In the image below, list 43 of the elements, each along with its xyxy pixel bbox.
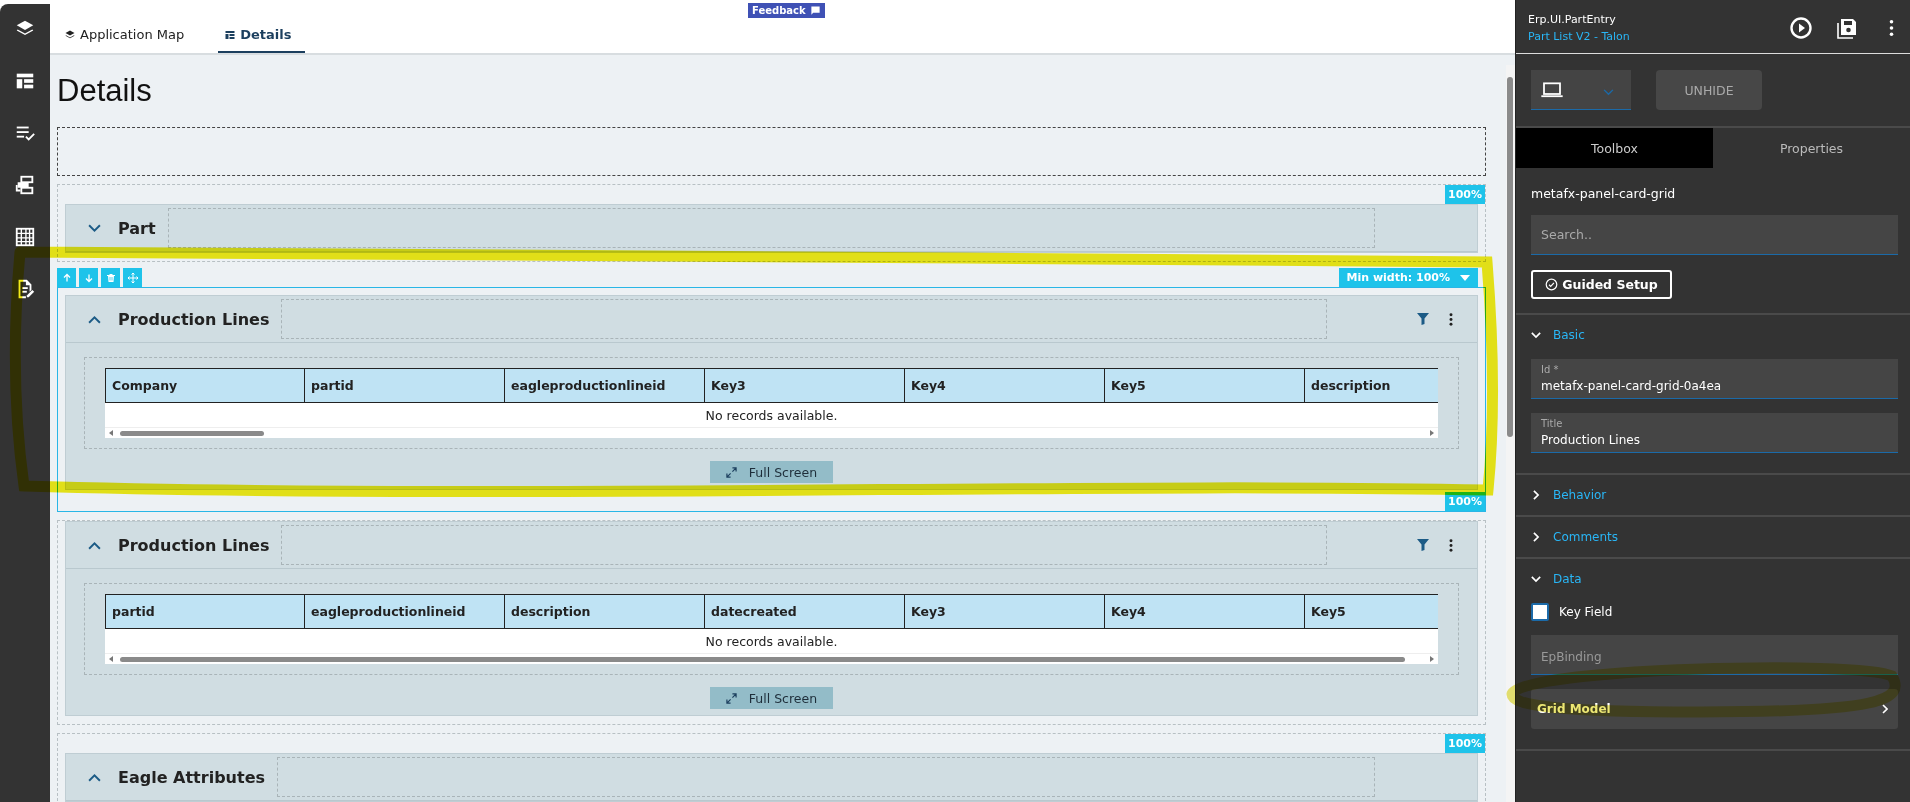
grid-model-button[interactable]: Grid Model (1531, 689, 1898, 729)
section-header[interactable]: Comments (1516, 517, 1910, 557)
column-header[interactable]: Key4 (1105, 594, 1305, 629)
column-header[interactable]: partid (305, 368, 505, 403)
full-screen-button[interactable]: Full Screen (709, 687, 834, 709)
full-screen-button[interactable]: Full Screen (709, 461, 834, 483)
feedback-button[interactable]: Feedback (748, 3, 825, 18)
field-label: Id * (1541, 364, 1559, 375)
column-header[interactable]: Key3 (905, 594, 1105, 629)
layer-name: Part List V2 - Talon (1528, 29, 1631, 43)
section-header[interactable]: Data (1516, 559, 1910, 599)
tab[interactable]: Application Map (58, 27, 191, 53)
tab[interactable]: Properties (1713, 128, 1910, 168)
panel-title: Production Lines (118, 535, 270, 555)
column-header[interactable]: description (505, 594, 705, 629)
unhide-button[interactable]: UNHIDE (1656, 70, 1762, 110)
page-title: Details (57, 73, 153, 109)
column-header[interactable]: Key5 (1105, 368, 1305, 403)
checkbox-label: Key Field (1559, 605, 1613, 619)
component-name: metafx-panel-card-grid (1531, 186, 1677, 201)
column-header[interactable]: partid (105, 594, 305, 629)
section-header[interactable]: Basic (1516, 315, 1910, 355)
column-header[interactable]: description (1305, 368, 1438, 403)
column-header[interactable]: Key3 (705, 368, 905, 403)
column-header[interactable]: Key4 (905, 368, 1105, 403)
column-header[interactable]: eagleproductionlineid (505, 368, 705, 403)
search-field[interactable]: Search.. (1531, 215, 1898, 255)
text-field[interactable]: EpBinding (1531, 635, 1898, 675)
column-header[interactable]: datecreated (705, 594, 905, 629)
tab[interactable]: Toolbox (1516, 128, 1713, 168)
column-header[interactable]: eagleproductionlineid (305, 594, 505, 629)
section-header[interactable]: Behavior (1516, 475, 1910, 515)
empty-message: No records available. (704, 632, 839, 651)
tab[interactable]: Details (218, 27, 306, 53)
app-name: Erp.UI.PartEntry (1528, 12, 1617, 26)
field-label: Title (1541, 418, 1563, 429)
guided-setup-button[interactable]: Guided Setup (1531, 270, 1672, 299)
empty-message: No records available. (704, 406, 839, 425)
column-header[interactable]: Key5 (1305, 594, 1438, 629)
panel-title: Part (118, 218, 156, 238)
panel-title: Production Lines (118, 309, 270, 329)
panel-title: Eagle Attributes (118, 767, 265, 787)
column-header[interactable]: Company (105, 368, 305, 403)
